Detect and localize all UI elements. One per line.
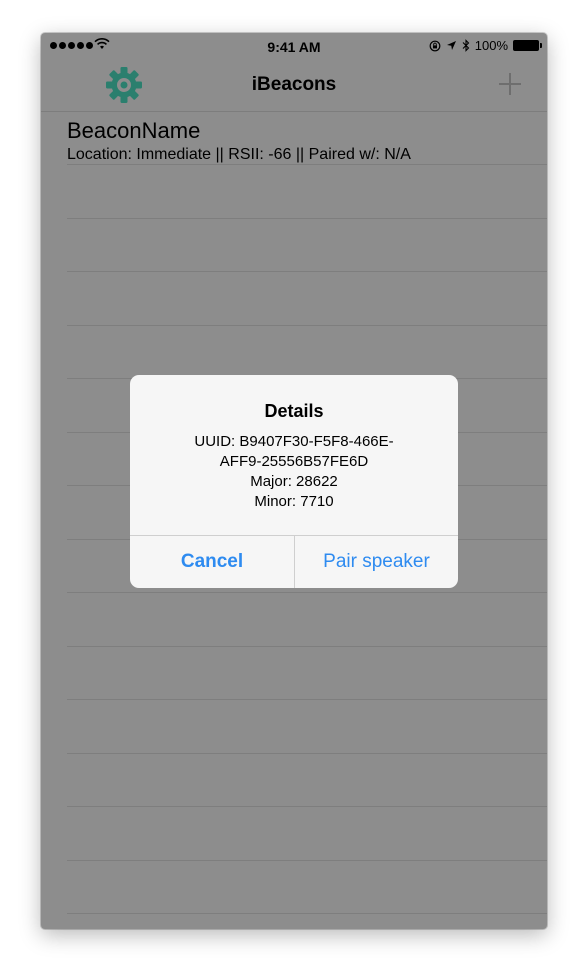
device-screen: 9:41 AM 100% iBeacons BeaconName Locatio… bbox=[41, 33, 547, 929]
row-separator bbox=[67, 913, 547, 914]
row-separator bbox=[67, 699, 547, 700]
beacon-name: BeaconName bbox=[67, 118, 201, 143]
battery-percent: 100% bbox=[474, 38, 508, 53]
navigation-bar: iBeacons bbox=[41, 59, 547, 112]
plus-icon[interactable] bbox=[497, 71, 523, 97]
location-arrow-icon bbox=[446, 41, 456, 50]
uuid-line-1: UUID: B9407F30-F5F8-466E- bbox=[194, 433, 394, 450]
row-separator bbox=[67, 325, 547, 326]
alert-message: UUID: B9407F30-F5F8-466E- AFF9-25556B57F… bbox=[130, 432, 458, 512]
pair-speaker-button[interactable]: Pair speaker bbox=[295, 536, 458, 588]
bluetooth-icon bbox=[462, 39, 470, 52]
row-separator bbox=[67, 164, 547, 165]
uuid-line-2: AFF9-25556B57FE6D bbox=[219, 453, 369, 470]
nav-title: iBeacons bbox=[251, 74, 337, 95]
minor-line: Minor: 7710 bbox=[254, 493, 334, 510]
status-bar: 9:41 AM 100% bbox=[41, 33, 547, 59]
row-separator bbox=[67, 218, 547, 219]
cancel-button[interactable]: Cancel bbox=[130, 536, 294, 588]
major-line: Major: 28622 bbox=[250, 473, 338, 490]
details-alert: Details UUID: B9407F30-F5F8-466E- AFF9-2… bbox=[130, 375, 458, 588]
row-separator bbox=[67, 860, 547, 861]
row-separator bbox=[67, 806, 547, 807]
status-right-group: 100% bbox=[429, 38, 542, 53]
battery-icon bbox=[513, 40, 542, 51]
row-separator bbox=[67, 271, 547, 272]
row-separator bbox=[67, 592, 547, 593]
alert-title: Details bbox=[264, 401, 324, 421]
beacon-details: Location: Immediate || RSII: -66 || Pair… bbox=[67, 146, 411, 163]
row-separator bbox=[67, 753, 547, 754]
row-separator bbox=[67, 646, 547, 647]
beacon-row[interactable]: BeaconName Location: Immediate || RSII: … bbox=[67, 118, 411, 165]
orientation-lock-icon bbox=[429, 40, 441, 51]
